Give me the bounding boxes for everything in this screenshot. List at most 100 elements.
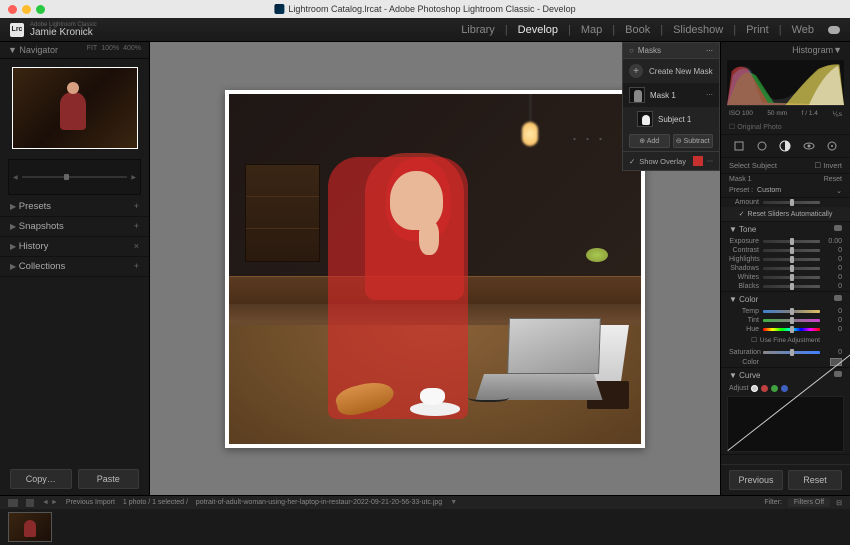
histogram[interactable] <box>727 60 844 106</box>
photo-frame <box>225 90 645 448</box>
hue-slider[interactable]: Hue0 <box>721 325 850 334</box>
masks-label: Masks <box>638 46 661 55</box>
original-photo-label[interactable]: ☐ Original Photo <box>721 120 850 135</box>
reset-mask-button[interactable]: Reset <box>824 176 842 183</box>
redeye-tool-icon[interactable] <box>802 139 816 153</box>
whites-slider[interactable]: Whites0 <box>721 273 850 282</box>
histogram-header[interactable]: Histogram ▼ <box>721 42 850 58</box>
module-develop[interactable]: Develop <box>518 24 558 36</box>
module-slideshow[interactable]: Slideshow <box>673 24 723 36</box>
subject1-label: Subject 1 <box>658 115 691 124</box>
snapshots-panel-header[interactable]: ▶ Snapshots+ <box>0 217 149 237</box>
curve-channel-all[interactable] <box>751 385 758 392</box>
filmstrip-thumbnail[interactable] <box>8 512 52 542</box>
tone-switch-icon[interactable] <box>834 225 842 231</box>
paste-button[interactable]: Paste <box>78 469 140 489</box>
fine-adjustment-checkbox[interactable]: ☐ Use Fine Adjustment <box>721 334 850 348</box>
collections-label: Collections <box>19 261 65 272</box>
reset-sliders-auto-checkbox[interactable]: ✓ Reset Sliders Automatically <box>721 207 850 222</box>
blacks-slider[interactable]: Blacks0 <box>721 282 850 291</box>
color-swatch-row[interactable]: Color <box>721 357 850 367</box>
module-library[interactable]: Library <box>461 24 495 36</box>
create-mask-label: Create New Mask <box>649 67 713 76</box>
filter-value[interactable]: Filters Off <box>788 498 830 507</box>
shadows-slider[interactable]: Shadows0 <box>721 264 850 273</box>
snapshots-label: Snapshots <box>19 221 64 232</box>
module-web[interactable]: Web <box>792 24 814 36</box>
heal-tool-icon[interactable] <box>755 139 769 153</box>
gradient-tool-icon[interactable] <box>825 139 839 153</box>
second-window-icon[interactable] <box>8 499 18 507</box>
curve-channel-green[interactable] <box>771 385 778 392</box>
window-titlebar: Lightroom Catalog.lrcat - Adobe Photosho… <box>0 0 850 18</box>
history-panel-header[interactable]: ▶ History× <box>0 237 149 257</box>
tone-curve-editor[interactable] <box>727 396 844 452</box>
show-overlay-toggle[interactable]: ✓Show Overlay ⋯ <box>623 151 719 170</box>
crop-tool-icon[interactable] <box>732 139 746 153</box>
exposure-slider[interactable]: Exposure0.00 <box>721 237 850 246</box>
navigator-zoom-slider[interactable]: ◀ ▶ <box>8 159 141 195</box>
eye-icon[interactable]: ⋯ <box>706 91 713 99</box>
lrc-badge: Lrc <box>10 23 24 37</box>
cloud-sync-icon[interactable] <box>828 26 840 34</box>
tint-slider[interactable]: Tint0 <box>721 316 850 325</box>
temp-slider[interactable]: Temp0 <box>721 307 850 316</box>
curve-channel-red[interactable] <box>761 385 768 392</box>
create-new-mask-button[interactable]: + Create New Mask <box>623 59 719 83</box>
top-bar: Lrc Adobe Lightroom Classic Jamie Kronic… <box>0 18 850 42</box>
contrast-slider[interactable]: Contrast0 <box>721 246 850 255</box>
history-label: History <box>19 241 49 252</box>
preset-menu-icon[interactable]: ⌄ <box>836 187 842 195</box>
loupe-view[interactable]: Masks⋯ + Create New Mask Mask 1 ⋯ Subjec… <box>150 42 720 495</box>
presets-panel-header[interactable]: ▶ Presets+ <box>0 197 149 217</box>
color-switch-icon[interactable] <box>834 295 842 301</box>
module-picker: Library| Develop| Map| Book| Slideshow| … <box>461 24 840 36</box>
navigator-thumbnail[interactable] <box>12 67 138 149</box>
minimize-window-button[interactable] <box>22 5 31 14</box>
right-panel: Histogram ▼ ISO 100 50 mm f / 1.4 ⅟₈s ☐ … <box>720 42 850 495</box>
identity-plate[interactable]: Lrc Adobe Lightroom Classic Jamie Kronic… <box>10 22 97 38</box>
mask-component-subject1[interactable]: Subject 1 <box>623 107 719 131</box>
nav-back-icon[interactable]: ◄ <box>42 499 49 506</box>
nav-mode-fit[interactable]: FIT <box>87 45 98 55</box>
mask-add-button[interactable]: ⊕ Add <box>629 134 670 148</box>
nav-mode-100[interactable]: 100% <box>101 45 119 55</box>
amount-slider[interactable]: Amount <box>721 198 850 207</box>
module-book[interactable]: Book <box>625 24 650 36</box>
mask-item-mask1[interactable]: Mask 1 ⋯ <box>623 83 719 107</box>
filmstrip[interactable] <box>0 509 850 545</box>
maximize-window-button[interactable] <box>36 5 45 14</box>
collections-panel-header[interactable]: ▶ Collections+ <box>0 257 149 277</box>
navigator-header[interactable]: ▼ Navigator FIT 100% 400% <box>0 42 149 59</box>
reset-button[interactable]: Reset <box>788 470 842 490</box>
tool-strip <box>721 135 850 158</box>
previous-button[interactable]: Previous <box>729 470 783 490</box>
module-print[interactable]: Print <box>746 24 769 36</box>
masking-tool-icon[interactable] <box>778 139 792 153</box>
overlay-menu-icon[interactable]: ⋯ <box>707 158 713 165</box>
highlights-slider[interactable]: Highlights0 <box>721 255 850 264</box>
filter-label: Filter: <box>764 499 782 506</box>
window-title: Lightroom Catalog.lrcat - Adobe Photosho… <box>274 4 575 14</box>
curve-channel-blue[interactable] <box>781 385 788 392</box>
nav-mode-400[interactable]: 400% <box>123 45 141 55</box>
filter-lock-icon[interactable]: ⊟ <box>836 499 842 507</box>
mask-subtract-button[interactable]: ⊖ Subtract <box>673 134 714 148</box>
close-window-button[interactable] <box>8 5 17 14</box>
color-section: ▼ Color Temp0 Tint0 Hue0 ☐ Use Fine Adju… <box>721 292 850 368</box>
copy-button[interactable]: Copy… <box>10 469 72 489</box>
masks-panel-header[interactable]: Masks⋯ <box>623 43 719 59</box>
tone-header[interactable]: ▼ Tone <box>721 222 850 237</box>
source-label[interactable]: Previous Import <box>66 499 115 506</box>
grid-view-icon[interactable] <box>26 499 34 507</box>
module-map[interactable]: Map <box>581 24 602 36</box>
color-header[interactable]: ▼ Color <box>721 292 850 307</box>
nav-forward-icon[interactable]: ► <box>51 499 58 506</box>
invert-toggle[interactable]: ☐ Invert <box>814 161 842 170</box>
curve-section: ▼ Curve Adjust <box>721 368 850 455</box>
saturation-slider[interactable]: Saturation0 <box>721 348 850 357</box>
curve-switch-icon[interactable] <box>834 371 842 377</box>
overlay-color-swatch[interactable] <box>693 156 703 166</box>
presets-label: Presets <box>19 201 51 212</box>
subject-thumb-icon <box>637 111 653 127</box>
